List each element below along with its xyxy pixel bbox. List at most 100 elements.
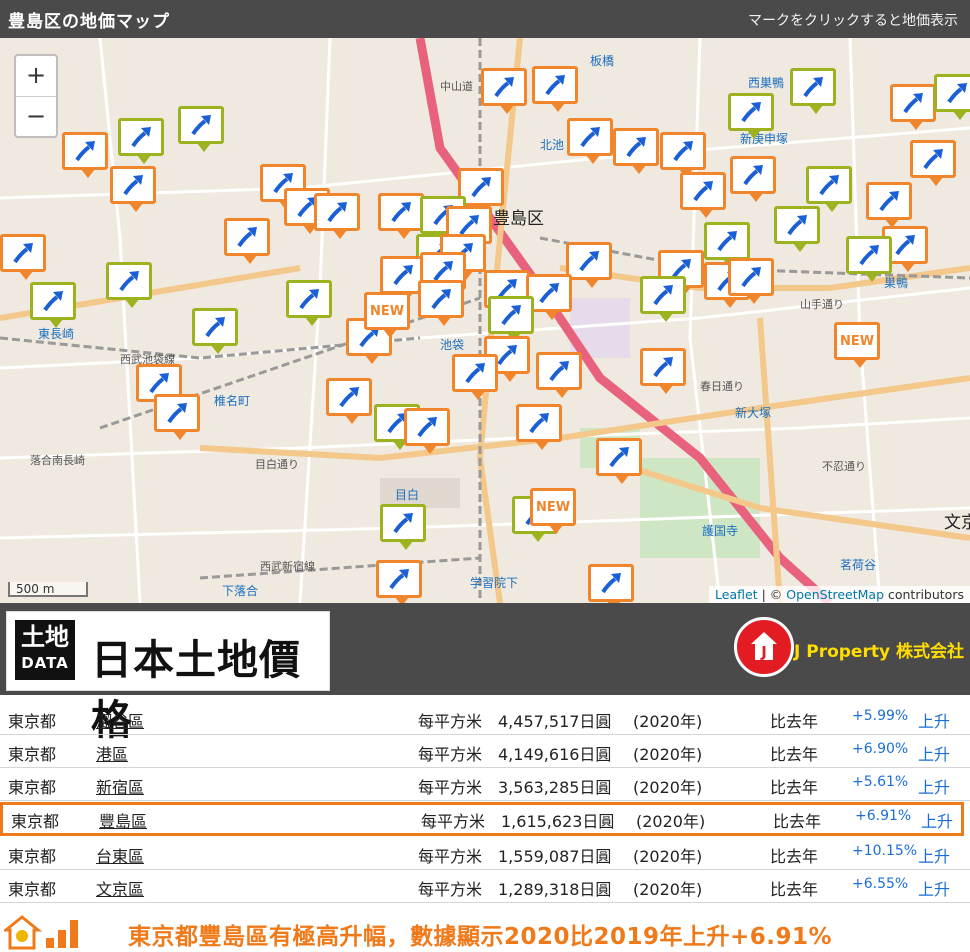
price-up-marker[interactable] <box>660 132 706 178</box>
year-cell: (2020年) <box>633 712 703 731</box>
unit-cell: 每平方米 <box>418 778 483 797</box>
price-up-marker[interactable] <box>680 172 726 218</box>
ward-link[interactable]: 澀谷區 <box>96 708 144 732</box>
page-title: 豊島区の地価マップ <box>8 12 170 32</box>
new-marker-label: NEW <box>369 304 405 319</box>
price-up-marker[interactable] <box>728 258 774 304</box>
change-percent: +10.15% <box>852 843 918 859</box>
up-arrow-icon <box>653 357 673 378</box>
up-arrow-icon <box>119 271 139 292</box>
price-up-marker[interactable] <box>704 222 750 268</box>
price-up-marker[interactable] <box>154 394 200 440</box>
up-arrow-icon <box>167 403 187 424</box>
price-up-marker[interactable] <box>640 276 686 322</box>
ward-link[interactable]: 台東區 <box>96 843 144 867</box>
ward-link[interactable]: 港區 <box>96 741 128 765</box>
price-up-marker[interactable] <box>613 128 659 174</box>
price-up-marker[interactable] <box>846 236 892 282</box>
new-marker-label: NEW <box>535 500 571 515</box>
up-arrow-icon <box>923 149 943 170</box>
price-up-marker[interactable] <box>934 74 970 120</box>
up-arrow-icon <box>895 235 915 256</box>
price-up-marker[interactable] <box>30 282 76 328</box>
price-up-marker[interactable] <box>536 352 582 398</box>
new-marker[interactable]: NEW <box>364 292 410 338</box>
up-arrow-icon <box>717 231 737 252</box>
leaflet-link[interactable]: Leaflet <box>715 587 758 602</box>
ward-link[interactable]: 新宿區 <box>96 774 144 798</box>
price-up-marker[interactable] <box>106 262 152 308</box>
price-up-marker[interactable] <box>516 404 562 450</box>
up-arrow-icon <box>191 115 211 136</box>
trend-cell: 上升 <box>918 778 951 797</box>
price-up-marker[interactable] <box>890 84 936 130</box>
up-arrow-icon <box>149 373 169 394</box>
zoom-out-button[interactable]: − <box>16 97 56 137</box>
price-up-marker[interactable] <box>62 132 108 178</box>
price-up-marker[interactable] <box>806 166 852 212</box>
footer-banner: 東京都豐島區有極高升幅，數據顯示2020比2019年上升+6.91% <box>0 910 970 952</box>
price-up-marker[interactable] <box>567 118 613 164</box>
price-up-marker[interactable] <box>404 408 450 454</box>
company-mark: J <box>734 617 794 677</box>
table-row: 東京都 港區 每平方米 4,149,616日圓 (2020年) 比去年 +6.90% 上升 <box>0 735 970 768</box>
price-rise-icon <box>4 915 78 950</box>
price-up-marker[interactable] <box>730 156 776 202</box>
up-arrow-icon <box>431 289 451 310</box>
price-up-marker[interactable] <box>192 308 238 354</box>
change-percent: +5.61% <box>852 774 909 790</box>
price-up-marker[interactable] <box>224 218 270 264</box>
unit-cell: 每平方米 <box>421 812 486 831</box>
unit-cell: 每平方米 <box>418 712 483 731</box>
price-up-marker[interactable] <box>910 140 956 186</box>
price-up-marker[interactable] <box>110 166 156 212</box>
price-up-marker[interactable] <box>380 504 426 550</box>
pref-cell: 東京都 <box>8 847 57 866</box>
price-up-marker[interactable] <box>866 182 912 228</box>
price-up-marker[interactable] <box>118 118 164 164</box>
price-up-marker[interactable] <box>532 66 578 112</box>
price-up-marker[interactable] <box>488 296 534 342</box>
year-cell: (2020年) <box>633 880 703 899</box>
price-up-marker[interactable] <box>728 93 774 139</box>
map-label-gakushuin: 学習院下 <box>470 576 519 590</box>
price-up-marker[interactable] <box>178 106 224 152</box>
price-cell: 1,559,087日圓 <box>498 847 612 866</box>
map-label-gokokuji: 護国寺 <box>702 524 739 538</box>
map-label-shinobazu: 不忍通り <box>822 460 866 473</box>
price-up-marker[interactable] <box>376 560 422 603</box>
up-arrow-icon <box>653 285 673 306</box>
osm-link[interactable]: OpenStreetMap <box>786 587 884 602</box>
up-arrow-icon <box>741 102 761 123</box>
year-cell: (2020年) <box>636 812 706 831</box>
price-up-marker[interactable] <box>326 378 372 424</box>
up-arrow-icon <box>673 141 693 162</box>
price-up-marker[interactable] <box>452 354 498 400</box>
new-marker[interactable]: NEW <box>834 322 880 368</box>
up-arrow-icon <box>626 137 646 158</box>
company-logo[interactable]: J J Property 株式会社 <box>734 615 964 685</box>
price-up-marker[interactable] <box>418 280 464 326</box>
price-up-marker[interactable] <box>588 564 634 603</box>
price-up-marker[interactable] <box>0 234 46 280</box>
price-up-marker[interactable] <box>314 193 360 239</box>
zoom-in-button[interactable]: + <box>16 56 56 97</box>
price-up-marker[interactable] <box>790 68 836 114</box>
price-up-marker[interactable] <box>596 438 642 484</box>
ward-link[interactable]: 文京區 <box>96 876 144 900</box>
price-up-marker[interactable] <box>286 280 332 326</box>
logo-tile-data: DATA <box>21 654 69 672</box>
ward-link[interactable]: 豐島區 <box>99 808 147 832</box>
price-up-marker[interactable] <box>378 193 424 239</box>
site-logo[interactable]: 土地 DATA 日本土地價格 <box>6 611 330 744</box>
up-arrow-icon <box>389 569 409 590</box>
compare-cell: 比去年 <box>770 880 819 899</box>
land-price-map[interactable]: 豊島区 東長崎 椎名町 池袋 目白 新大塚 巣鴨 落合南長崎 護国寺 茗荷谷 下… <box>0 38 970 603</box>
map-label-shimoochiai: 下落合 <box>222 584 259 598</box>
attribution-sep: | © <box>757 587 787 602</box>
new-marker[interactable]: NEW <box>530 488 576 534</box>
price-up-marker[interactable] <box>481 68 527 114</box>
price-up-marker[interactable] <box>774 206 820 252</box>
price-up-marker[interactable] <box>566 242 612 288</box>
price-up-marker[interactable] <box>640 348 686 394</box>
